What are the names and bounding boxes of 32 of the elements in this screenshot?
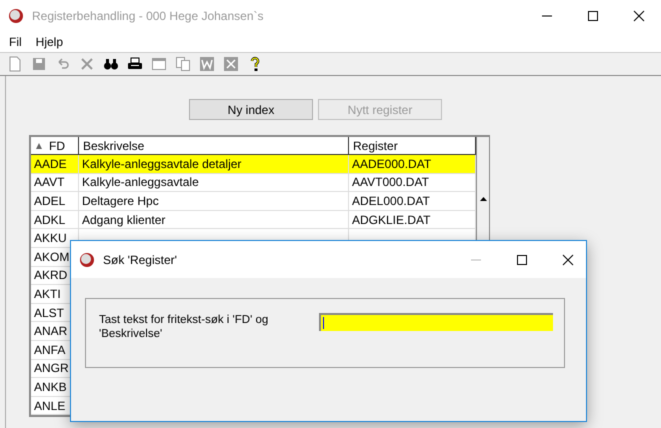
scroll-up-icon[interactable]: [480, 197, 486, 201]
menu-item[interactable]: Hjelp: [36, 35, 64, 49]
sort-icon: [35, 142, 43, 150]
table-cell: ADKL: [31, 210, 79, 230]
table-cell: Deltagere Hpc: [79, 192, 349, 211]
binoculars-icon[interactable]: [103, 56, 119, 72]
close-icon[interactable]: [562, 254, 574, 266]
table-row[interactable]: ADKL Adgang klienter ADGKLIE.DAT: [31, 210, 476, 230]
search-field[interactable]: [319, 313, 553, 331]
table-cell: Adgang klienter: [79, 210, 349, 230]
table-row[interactable]: AADE Kalkyle-anleggsavtale detaljer AADE000.DAT: [31, 155, 476, 174]
ball-icon: [79, 252, 95, 268]
maximize-icon[interactable]: [587, 10, 599, 22]
menu-item[interactable]: Fil: [9, 35, 22, 49]
table-row[interactable]: ADEL Deltagere Hpc ADEL000.DAT: [31, 192, 476, 211]
printer-icon[interactable]: [127, 56, 143, 72]
close-icon[interactable]: [633, 10, 645, 22]
table-cell: Kalkyle-anleggsavtale detaljer: [79, 155, 349, 174]
dialog-title: Søk 'Register': [103, 252, 177, 266]
table-cell: AAVT: [31, 174, 79, 192]
command-button[interactable]: Ny index: [189, 99, 313, 120]
maximize-icon[interactable]: [516, 254, 528, 266]
table-row[interactable]: AAVT Kalkyle-anleggsavtale AAVT000.DAT: [31, 174, 476, 192]
prompt-label: Tast tekst for fritekst-søk i 'FD' og 'Beskrivelse': [99, 313, 270, 342]
table-cell: Kalkyle-anleggsavtale: [79, 174, 349, 192]
ball-icon: [8, 8, 24, 24]
table-cell: ADEL: [31, 192, 79, 211]
window-title: Registerbehandling - 000 Hege Johansen`s: [32, 9, 264, 23]
column-header[interactable]: Register: [349, 137, 476, 155]
column-header[interactable]: Beskrivelse: [79, 137, 349, 155]
column-header[interactable]: FD: [31, 137, 79, 155]
table-cell: AADE: [31, 155, 79, 174]
